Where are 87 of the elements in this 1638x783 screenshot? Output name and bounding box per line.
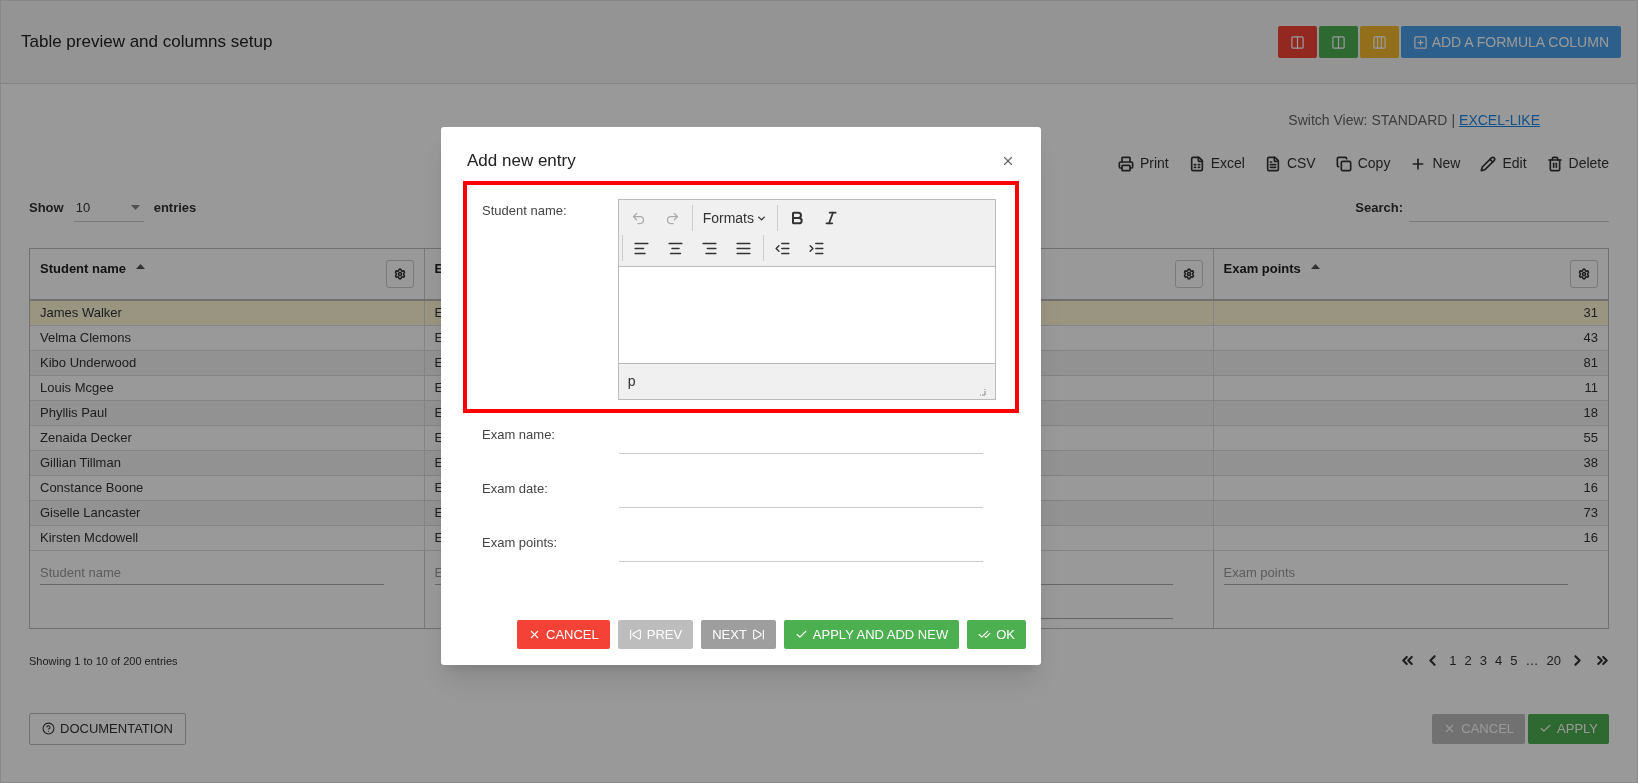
- gear-icon: [1182, 268, 1195, 280]
- italic-icon: [823, 210, 839, 226]
- field-label: Exam date:: [482, 480, 549, 498]
- toolbar-button[interactable]: Copy: [1335, 153, 1391, 174]
- skip-forward-icon: [751, 628, 765, 641]
- element-path[interactable]: p: [627, 371, 636, 392]
- search-label: Search:: [1355, 199, 1403, 218]
- show-label: Show: [29, 199, 64, 218]
- file-icon: [1264, 155, 1281, 172]
- table-cell-text: 38: [1583, 454, 1598, 473]
- pencil-icon: [1480, 155, 1497, 172]
- cancel-button[interactable]: CANCEL: [517, 620, 610, 649]
- copy-icon: [1335, 155, 1352, 172]
- toolbar-button[interactable]: Delete: [1546, 153, 1609, 174]
- separator: |: [1451, 111, 1456, 130]
- column-settings-button[interactable]: [1174, 260, 1203, 288]
- table-cell-text: Louis Mcgee: [40, 379, 114, 398]
- table-cell-text: 31: [1583, 304, 1598, 323]
- toolbar-button[interactable]: CSV: [1264, 153, 1316, 174]
- dialog-title: Add new entry: [467, 150, 576, 173]
- table-cell-text: 81: [1583, 354, 1598, 373]
- dropdown-caret-icon: [130, 205, 140, 210]
- pagination-ellipsis: …: [1525, 652, 1539, 670]
- table-cell-text: Zenaida Decker: [40, 429, 132, 448]
- page-link[interactable]: 5: [1510, 651, 1518, 671]
- close-button[interactable]: [1001, 154, 1015, 168]
- field-label: Exam points:: [482, 534, 559, 552]
- table-cell-text: 43: [1583, 329, 1598, 348]
- field-label: Student name:: [482, 202, 568, 220]
- bold-icon: [789, 210, 805, 226]
- page-link[interactable]: 1: [1449, 651, 1457, 671]
- documentation-button[interactable]: DOCUMENTATION: [29, 712, 186, 745]
- table-cell-text: James Walker: [40, 304, 122, 323]
- rich-text-editor[interactable]: Formats p: [617, 199, 996, 400]
- sort-up-icon[interactable]: [135, 264, 145, 269]
- check-icon: [794, 628, 808, 641]
- page-link[interactable]: 20: [1546, 651, 1561, 671]
- page-link[interactable]: 2: [1464, 651, 1472, 671]
- double-check-icon: [978, 628, 992, 641]
- table-cell-text: 16: [1583, 479, 1598, 498]
- sort-up-icon[interactable]: [1310, 264, 1320, 269]
- page-title: Table preview and columns setup: [21, 31, 273, 54]
- table-cell-text: 11: [1584, 379, 1598, 398]
- trash-icon: [1546, 155, 1563, 172]
- table-info: Showing 1 to 10 of 200 entries: [29, 653, 178, 669]
- table-cell-text: Kibo Underwood: [40, 354, 137, 373]
- redo-icon: [665, 210, 681, 226]
- switch-view-label: Switch View:: [1288, 111, 1368, 130]
- column-settings-button[interactable]: [1570, 260, 1598, 288]
- column-header[interactable]: Exam points: [1223, 259, 1301, 279]
- table-cell-text: Constance Boone: [40, 479, 144, 498]
- page-link[interactable]: 3: [1479, 651, 1488, 671]
- table-cell-text: Velma Clemons: [40, 329, 132, 348]
- table-cell-text: Phyllis Paul: [40, 404, 108, 423]
- formats-dropdown[interactable]: Formats: [694, 204, 775, 232]
- toolbar-button[interactable]: Print: [1117, 153, 1169, 174]
- page-link[interactable]: 4: [1495, 651, 1503, 671]
- toolbar-button[interactable]: New: [1410, 153, 1461, 174]
- column-tool-button[interactable]: [1277, 26, 1317, 58]
- columns-icon: [1330, 34, 1346, 50]
- columns-icon: [1371, 34, 1387, 50]
- skip-back-icon: [628, 628, 642, 641]
- spreadsheet-icon: [1188, 155, 1205, 172]
- table-cell-text: 55: [1583, 429, 1598, 448]
- toolbar-button[interactable]: Edit: [1480, 153, 1527, 174]
- page-length-select[interactable]: 10: [73, 194, 144, 222]
- table-cell-text: 18: [1583, 404, 1598, 423]
- check-icon: [1539, 722, 1553, 735]
- columns-icon: [1289, 34, 1305, 50]
- print-icon: [1117, 155, 1134, 172]
- column-settings-button[interactable]: [385, 260, 414, 288]
- column-header[interactable]: Student name: [40, 259, 126, 279]
- gear-icon: [1578, 268, 1590, 280]
- help-icon: [42, 722, 55, 735]
- table-cell-text: Kirsten Mcdowell: [40, 529, 139, 548]
- table-cell-text: Gillian Tillman: [40, 454, 121, 473]
- field-label: Exam name:: [482, 426, 556, 444]
- gear-icon: [393, 268, 406, 280]
- table-cell-text: 16: [1583, 529, 1598, 548]
- entries-label: entries: [153, 199, 197, 218]
- plus-square-icon: [1412, 34, 1428, 50]
- toolbar-button[interactable]: Excel: [1188, 153, 1245, 174]
- table-cell-text: Giselle Lancaster: [40, 504, 141, 523]
- table-cell-text: 73: [1583, 504, 1598, 523]
- resize-handle-icon[interactable]: [978, 388, 986, 396]
- view-link[interactable]: STANDARD: [1371, 110, 1448, 131]
- undo-icon: [631, 210, 647, 226]
